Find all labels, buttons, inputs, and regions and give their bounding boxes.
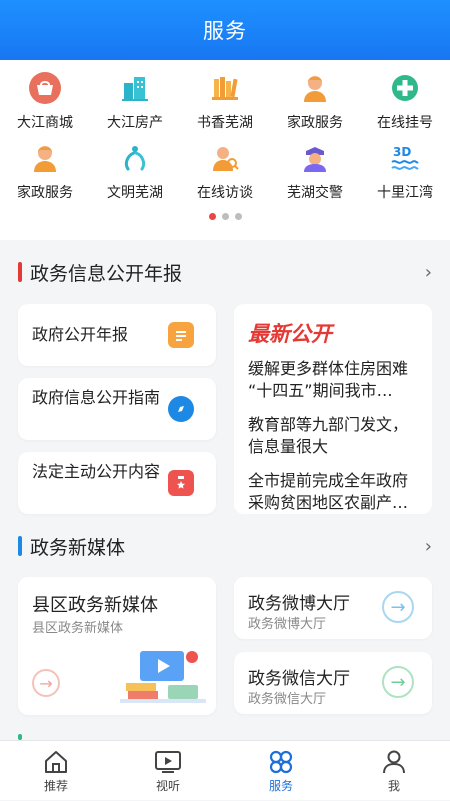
latest-heading: 最新公开 <box>248 322 332 346</box>
card-subtitle: 政务微信大厅 <box>248 692 327 707</box>
tab-label: 服务 <box>268 778 293 793</box>
arrow-right-icon[interactable]: → <box>382 666 414 698</box>
grid-item-civilization[interactable]: 文明芜湖 <box>90 140 180 210</box>
grid-item-label: 文明芜湖 <box>107 185 163 201</box>
user-icon <box>383 750 405 773</box>
grid-item-label: 在线访谈 <box>197 185 253 201</box>
grid-item-label: 书香芜湖 <box>197 115 253 131</box>
card-subtitle: 政务微博大厅 <box>248 617 327 632</box>
interview-icon <box>207 140 243 176</box>
grid-item-registration[interactable]: 在线挂号 <box>360 70 450 140</box>
police-icon <box>297 140 333 176</box>
card-wechat-hall[interactable]: 政务微信大厅 政务微信大厅 → <box>234 652 432 714</box>
grid-item-housekeeping[interactable]: 家政服务 <box>270 70 360 140</box>
section-title: 政务新媒体 <box>30 536 126 559</box>
card-county-new-media[interactable]: 县区政务新媒体 县区政务新媒体 → <box>18 577 216 715</box>
chevron-right-icon[interactable]: › <box>425 262 432 283</box>
tab-label: 我 <box>387 778 400 793</box>
chevron-right-icon[interactable]: › <box>425 536 432 557</box>
home-icon <box>45 750 67 773</box>
card-label: 法定主动公开内容 <box>32 462 161 481</box>
grid-item-books[interactable]: 书香芜湖 <box>180 70 270 140</box>
card-title: 县区政务新媒体 <box>32 595 158 616</box>
housekeeper-icon <box>297 70 333 106</box>
mall-icon <box>27 70 63 106</box>
grid-item-label: 大江房产 <box>107 115 163 131</box>
service-grid: 大江商城 大江房产 书香芜湖 家政服务 在线挂号 家政服务 文明芜湖 在线访谈 … <box>0 60 450 240</box>
grid-item-riverbay[interactable]: 3D 十里江湾 <box>360 140 450 210</box>
svg-text:3D: 3D <box>393 145 411 159</box>
grid-item-interview[interactable]: 在线访谈 <box>180 140 270 210</box>
video-icon <box>155 750 181 773</box>
arrow-right-icon[interactable]: → <box>32 669 60 697</box>
carousel-dot[interactable] <box>221 213 229 220</box>
bottom-tab-bar: 推荐 视听 服务 我 <box>0 740 450 800</box>
section-title: 政务信息公开年报 <box>30 262 183 285</box>
grid-item-mall[interactable]: 大江商城 <box>0 70 90 140</box>
section-accent-bar <box>18 262 22 282</box>
card-statutory-content[interactable]: 法定主动公开内容 <box>18 452 216 514</box>
card-label: 政府信息公开指南 <box>32 388 161 407</box>
latest-disclosure-panel: 最新公开 缓解更多群体住房困难 “十四五”期间我市… 教育部等九部门发文，信息量… <box>234 304 432 514</box>
tab-me[interactable]: 我 <box>338 741 450 801</box>
page-title: 服务 <box>203 19 247 43</box>
card-annual-report[interactable]: 政府公开年报 <box>18 304 216 366</box>
news-item[interactable]: 教育部等九部门发文，信息量很大 <box>248 414 422 458</box>
carousel-dots[interactable] <box>0 213 450 220</box>
header: 服务 <box>0 0 450 60</box>
card-title: 政务微信大厅 <box>248 669 350 689</box>
building-icon <box>117 70 153 106</box>
service-grid-icon <box>269 750 293 773</box>
arrow-right-icon[interactable]: → <box>382 591 414 623</box>
grid-item-housing[interactable]: 大江房产 <box>90 70 180 140</box>
grid-item-police[interactable]: 芜湖交警 <box>270 140 360 210</box>
section-header-new-media[interactable]: 政务新媒体 › <box>0 526 450 566</box>
grid-item-label: 家政服务 <box>287 115 343 131</box>
carousel-dot[interactable] <box>234 213 242 220</box>
tab-service[interactable]: 服务 <box>225 741 337 801</box>
section-header-annual-report[interactable]: 政务信息公开年报 › <box>0 252 450 292</box>
tab-media[interactable]: 视听 <box>112 741 224 801</box>
compass-icon <box>168 396 194 422</box>
card-label: 政府公开年报 <box>32 325 129 344</box>
grid-item-label: 在线挂号 <box>377 115 433 131</box>
tab-label: 视听 <box>155 778 180 793</box>
grid-item-label: 家政服务 <box>17 185 73 201</box>
3d-waves-icon: 3D <box>387 140 423 176</box>
card-info-guide[interactable]: 政府信息公开指南 <box>18 378 216 440</box>
grid-item-housekeeping-2[interactable]: 家政服务 <box>0 140 90 210</box>
books-icon <box>207 70 243 106</box>
clipboard-star-icon <box>168 470 194 496</box>
medical-cross-icon <box>387 70 423 106</box>
tab-label: 推荐 <box>43 778 68 793</box>
housekeeper-icon <box>27 140 63 176</box>
grid-item-label: 十里江湾 <box>377 185 433 201</box>
section-accent-bar <box>18 536 22 556</box>
hands-icon <box>117 140 153 176</box>
carousel-dot[interactable] <box>208 213 216 220</box>
card-weibo-hall[interactable]: 政务微博大厅 政务微博大厅 → <box>234 577 432 639</box>
news-item[interactable]: 缓解更多群体住房困难 “十四五”期间我市… <box>248 358 422 402</box>
card-title: 政务微博大厅 <box>248 594 350 614</box>
tab-recommend[interactable]: 推荐 <box>0 741 112 801</box>
grid-item-label: 大江商城 <box>17 115 73 131</box>
grid-item-label: 芜湖交警 <box>287 185 343 201</box>
document-icon <box>168 322 194 348</box>
card-subtitle: 县区政务新媒体 <box>32 621 124 636</box>
media-illustration-icon <box>118 647 210 711</box>
news-item[interactable]: 全市提前完成全年政府采购贫困地区农副产… <box>248 470 422 514</box>
